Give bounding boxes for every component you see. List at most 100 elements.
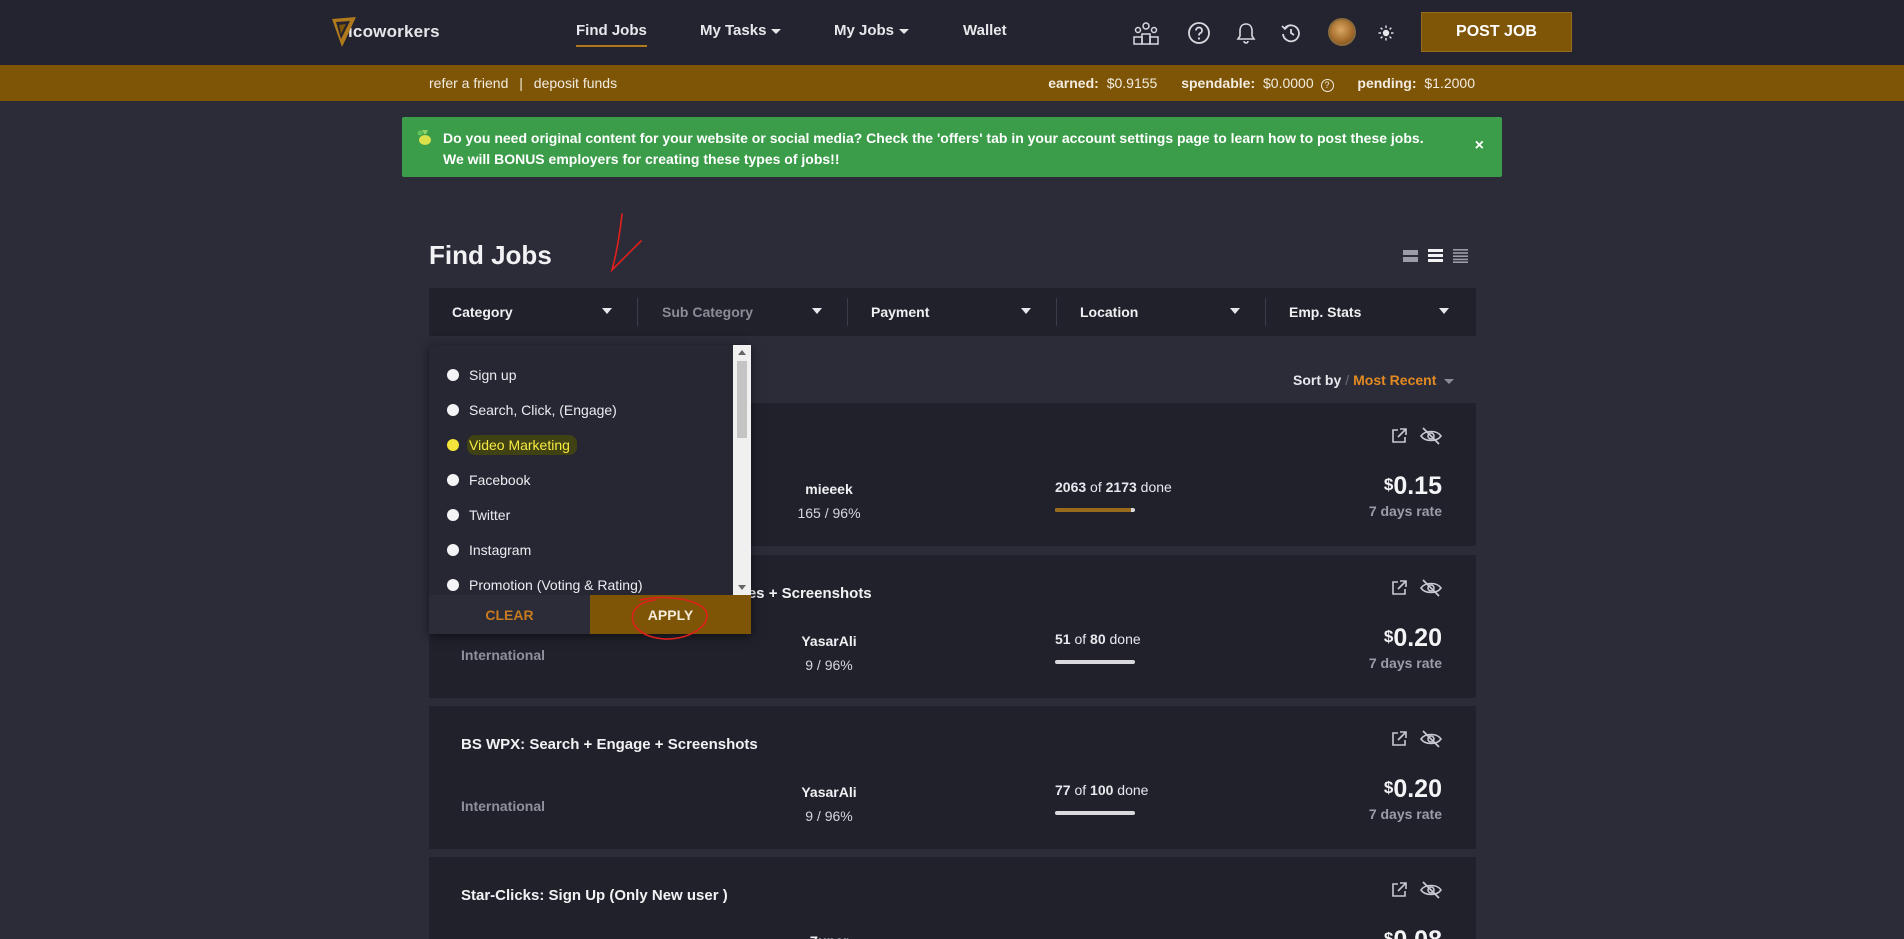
- eye-slash-icon[interactable]: [1420, 881, 1442, 899]
- filter-payment-label: Payment: [871, 304, 930, 320]
- filter-emp-stats[interactable]: Emp. Stats: [1289, 288, 1449, 336]
- radio-button[interactable]: [447, 579, 459, 591]
- post-job-button[interactable]: POST JOB: [1421, 12, 1572, 52]
- radio-button[interactable]: [447, 404, 459, 416]
- eye-slash-icon[interactable]: [1420, 730, 1442, 748]
- job-progress-bar: [1055, 811, 1135, 815]
- job-progress-text: 2063 of 2173 done: [1055, 479, 1172, 495]
- nav-my-tasks[interactable]: My Tasks: [700, 22, 782, 39]
- category-option[interactable]: Facebook: [447, 469, 530, 491]
- eye-slash-icon[interactable]: [1420, 579, 1442, 597]
- spendable-label: spendable:: [1181, 75, 1256, 91]
- sort-control[interactable]: Sort by / Most Recent: [1293, 372, 1455, 388]
- chevron-down-icon: [899, 28, 910, 34]
- done-count: 2063: [1055, 479, 1087, 495]
- external-link-icon[interactable]: [1390, 579, 1408, 597]
- filter-divider: [1265, 298, 1266, 326]
- category-option-label: Video Marketing: [467, 435, 577, 455]
- pending-value: $1.2000: [1424, 75, 1475, 91]
- dropdown-scrollbar[interactable]: [733, 345, 751, 595]
- compact-view-icon[interactable]: [1453, 248, 1468, 263]
- category-option[interactable]: Promotion (Voting & Rating): [447, 574, 643, 595]
- currency-symbol: $: [1383, 778, 1394, 797]
- currency-symbol: $: [1383, 929, 1394, 939]
- radio-button[interactable]: [447, 544, 459, 556]
- earned-label: earned:: [1048, 75, 1099, 91]
- job-employer: YasarAli 9 / 96%: [769, 780, 889, 828]
- category-dropdown: Sign up Search, Click, (Engage) Video Ma…: [429, 345, 751, 634]
- filter-payment[interactable]: Payment: [871, 288, 1031, 336]
- category-option[interactable]: Instagram: [447, 539, 531, 561]
- account-links: refer a friend | deposit funds: [429, 75, 617, 91]
- scroll-up-arrow-icon[interactable]: [738, 350, 746, 355]
- apply-button[interactable]: APPLY: [590, 595, 751, 634]
- filter-location[interactable]: Location: [1080, 288, 1240, 336]
- chevron-down-icon: [1021, 308, 1031, 314]
- job-card[interactable]: BS WPX: Search + Engage + Screenshots In…: [429, 706, 1476, 849]
- help-icon[interactable]: [1186, 20, 1212, 46]
- external-link-icon[interactable]: [1390, 427, 1408, 445]
- radio-button[interactable]: [447, 509, 459, 521]
- theme-toggle-icon[interactable]: [1373, 20, 1399, 46]
- total-count: 80: [1090, 631, 1106, 647]
- card-view-icon[interactable]: [1403, 248, 1418, 263]
- employer-name[interactable]: Zuper: [769, 929, 889, 939]
- job-progress-text: 51 of 80 done: [1055, 631, 1141, 647]
- category-option-label: Sign up: [469, 367, 517, 383]
- filter-location-label: Location: [1080, 304, 1139, 320]
- leaderboard-icon[interactable]: [1133, 20, 1159, 46]
- chevron-down-icon: [771, 28, 782, 34]
- nav-wallet[interactable]: Wallet: [963, 22, 1007, 39]
- refer-friend-link[interactable]: refer a friend: [429, 75, 508, 91]
- scroll-down-arrow-icon[interactable]: [738, 585, 746, 590]
- bonus-alert: Do you need original content for your we…: [402, 117, 1502, 177]
- money-bag-icon: [417, 130, 431, 145]
- job-title[interactable]: BS WPX: Search + Engage + Screenshots: [461, 736, 758, 753]
- job-card[interactable]: Star-Clicks: Sign Up (Only New user ) Zu…: [429, 857, 1476, 939]
- price-value: 0.20: [1393, 775, 1442, 803]
- employer-name[interactable]: mieeek: [769, 477, 889, 501]
- filter-divider: [1056, 298, 1057, 326]
- radio-button[interactable]: [447, 474, 459, 486]
- job-title[interactable]: Star-Clicks: Sign Up (Only New user ): [461, 887, 728, 904]
- radio-button[interactable]: [447, 439, 459, 451]
- nav-my-jobs[interactable]: My Jobs: [834, 22, 910, 39]
- nav-find-jobs[interactable]: Find Jobs: [576, 22, 647, 47]
- sort-separator: /: [1345, 372, 1350, 388]
- external-link-icon[interactable]: [1390, 881, 1408, 899]
- deposit-funds-link[interactable]: deposit funds: [534, 75, 617, 91]
- job-price: $0.20: [1384, 624, 1442, 653]
- job-title[interactable]: res + Screenshots: [742, 585, 872, 602]
- filter-category-label: Category: [452, 304, 513, 320]
- done-word: done: [1109, 631, 1141, 647]
- bell-icon[interactable]: [1233, 20, 1259, 46]
- clear-button[interactable]: CLEAR: [429, 595, 590, 634]
- history-icon[interactable]: [1278, 20, 1304, 46]
- filter-sub-category[interactable]: Sub Category: [662, 288, 822, 336]
- list-view-icon[interactable]: [1428, 248, 1443, 263]
- brand-logo[interactable]: icoworkers: [332, 14, 440, 50]
- category-option-label: Facebook: [469, 472, 531, 488]
- help-icon[interactable]: ?: [1320, 79, 1334, 92]
- job-price: $0.20: [1384, 775, 1442, 804]
- close-icon[interactable]: ×: [1475, 137, 1484, 155]
- employer-name[interactable]: YasarAli: [769, 629, 889, 653]
- avatar[interactable]: [1328, 18, 1356, 46]
- radio-button[interactable]: [447, 369, 459, 381]
- filter-emp-stats-label: Emp. Stats: [1289, 304, 1362, 320]
- category-option[interactable]: Search, Click, (Engage): [447, 399, 617, 421]
- category-option[interactable]: Twitter: [447, 504, 510, 526]
- employer-rating: 9 / 96%: [805, 808, 853, 824]
- job-rate: 7 days rate: [1368, 503, 1442, 519]
- employer-name[interactable]: YasarAli: [769, 780, 889, 804]
- category-option-label: Search, Click, (Engage): [469, 402, 617, 418]
- filter-category[interactable]: Category: [452, 288, 612, 336]
- filter-sub-category-label: Sub Category: [662, 304, 754, 320]
- balance-stats: earned: $0.9155 spendable: $0.0000 ? pen…: [1048, 75, 1475, 92]
- external-link-icon[interactable]: [1390, 730, 1408, 748]
- category-option-selected[interactable]: Video Marketing: [447, 434, 577, 456]
- category-option[interactable]: Sign up: [447, 364, 516, 386]
- eye-slash-icon[interactable]: [1420, 427, 1442, 445]
- total-count: 100: [1090, 782, 1114, 798]
- scrollbar-thumb[interactable]: [737, 361, 747, 438]
